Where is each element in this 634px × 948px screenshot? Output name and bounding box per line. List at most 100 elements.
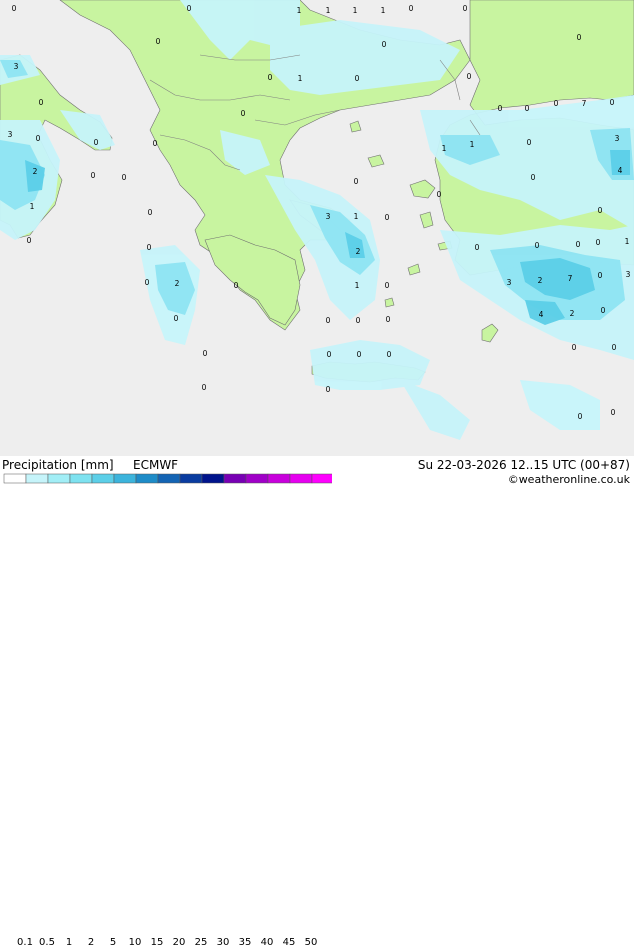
grid-value-label: 0 [326, 316, 331, 325]
grid-value-label: 0 [12, 4, 17, 13]
grid-value-label: 0 [385, 281, 390, 290]
grid-value-label: 0 [203, 349, 208, 358]
legend-datetime: Su 22-03-2026 12..15 UTC (00+87) [417, 458, 630, 472]
grid-value-label: 0 [527, 138, 532, 147]
colorbar-tick-label: 1 [65, 937, 73, 948]
colorbar-segment [289, 473, 313, 484]
map-canvas: 1 1 1 1 0 0 0 0 0 0 0 3 0 1 0 0 0 0 0 0 0 7 0 3 0 0 0 1 1 0 3 2 0 0 4 0 0 0 1 0… [0, 0, 634, 456]
grid-value-label: 0 [202, 383, 207, 392]
colorbar-tick-label: 2 [87, 937, 95, 948]
grid-value-label: 0 [187, 4, 192, 13]
colorbar-tick-label: 25 [194, 937, 208, 948]
grid-value-label: 2 [356, 247, 361, 256]
colorbar-tick-label: 20 [172, 937, 186, 948]
grid-value-label: 3 [8, 130, 13, 139]
grid-value-label: 2 [538, 276, 543, 285]
grid-value-label: 1 [297, 6, 302, 15]
grid-value-label: 3 [14, 62, 19, 71]
grid-value-label: 3 [626, 270, 631, 279]
colorbar-segment [25, 473, 49, 484]
grid-value-label: 0 [525, 104, 530, 113]
grid-value-label: 0 [326, 385, 331, 394]
legend-credit: ©weatheronline.co.uk [507, 473, 630, 486]
colorbar-tick-label: 35 [238, 937, 252, 948]
grid-value-label: 0 [612, 343, 617, 352]
grid-value-label: 0 [39, 98, 44, 107]
colorbar-segment [47, 473, 71, 484]
colorbar-segment [223, 473, 247, 484]
grid-value-label: 0 [498, 104, 503, 113]
grid-value-label: 0 [576, 240, 581, 249]
colorbar-tick-label: 15 [150, 937, 164, 948]
grid-value-label: 3 [507, 278, 512, 287]
grid-value-label: 1 [381, 6, 386, 15]
grid-value-label: 0 [385, 213, 390, 222]
grid-value-label: 0 [611, 408, 616, 417]
grid-value-label: 0 [148, 208, 153, 217]
grid-value-label: 3 [326, 212, 331, 221]
grid-value-label: 1 [30, 202, 35, 211]
legend-model: ECMWF [133, 458, 179, 472]
grid-value-label: 0 [147, 243, 152, 252]
colorbar-segment [91, 473, 115, 484]
colorbar-tick-label: 10 [128, 937, 142, 948]
grid-value-label: 0 [601, 306, 606, 315]
grid-value-label: 0 [475, 243, 480, 252]
grid-value-label: 7 [568, 274, 573, 283]
grid-value-label: 0 [354, 177, 359, 186]
colorbar-tick-label: 30 [216, 937, 230, 948]
legend-panel: Precipitation [mm] ECMWF Su 22-03-2026 1… [0, 456, 634, 948]
grid-value-label: 1 [355, 281, 360, 290]
grid-value-label: 0 [327, 350, 332, 359]
precipitation-map: 1 1 1 1 0 0 0 0 0 0 0 3 0 1 0 0 0 0 0 0 0 7 0 3 0 0 0 1 1 0 3 2 0 0 4 0 0 0 1 0… [0, 0, 634, 456]
grid-value-label: 0 [598, 206, 603, 215]
grid-value-label: 0 [610, 98, 615, 107]
colorbar-segment [113, 473, 137, 484]
grid-value-label: 0 [409, 4, 414, 13]
grid-value-label: 0 [387, 350, 392, 359]
grid-value-label: 0 [554, 99, 559, 108]
grid-value-label: 0 [598, 271, 603, 280]
colorbar-tick-label: 40 [260, 937, 274, 948]
grid-value-label: 0 [382, 40, 387, 49]
grid-value-label: 4 [539, 310, 544, 319]
grid-value-label: 1 [298, 74, 303, 83]
colorbar-tick-label: 0.1 [17, 937, 33, 948]
grid-value-label: 0 [386, 315, 391, 324]
colorbar-tick-label: 45 [282, 937, 296, 948]
grid-value-label: 0 [355, 74, 360, 83]
colorbar-segment [135, 473, 159, 484]
grid-value-label: 1 [625, 237, 630, 246]
grid-value-label: 0 [122, 173, 127, 182]
grid-value-label: 0 [174, 314, 179, 323]
grid-value-label: 0 [153, 139, 158, 148]
colorbar-segment [3, 473, 27, 484]
grid-value-label: 0 [241, 109, 246, 118]
colorbar-tick-label: 5 [109, 937, 117, 948]
grid-value-label: 0 [91, 171, 96, 180]
colorbar-tick-label: 50 [304, 937, 318, 948]
grid-value-label: 3 [615, 134, 620, 143]
grid-value-label: 1 [354, 212, 359, 221]
grid-value-label: 0 [467, 72, 472, 81]
grid-value-label: 2 [175, 279, 180, 288]
grid-value-label: 0 [463, 4, 468, 13]
grid-value-label: 0 [356, 316, 361, 325]
grid-value-label: 0 [531, 173, 536, 182]
colorbar-segment [179, 473, 203, 484]
grid-value-label: 4 [618, 166, 623, 175]
grid-value-label: 0 [234, 281, 239, 290]
grid-value-label: 0 [577, 33, 582, 42]
grid-value-label: 1 [353, 6, 358, 15]
colorbar-segment [245, 473, 269, 484]
grid-value-label: 0 [437, 190, 442, 199]
grid-value-label: 1 [326, 6, 331, 15]
grid-value-label: 0 [596, 238, 601, 247]
grid-value-label: 2 [570, 309, 575, 318]
grid-value-label: 0 [145, 278, 150, 287]
colorbar-segment [267, 473, 291, 484]
colorbar-segment [157, 473, 181, 484]
grid-value-label: 0 [268, 73, 273, 82]
grid-value-label: 0 [578, 412, 583, 421]
legend-colorbar [3, 473, 332, 484]
